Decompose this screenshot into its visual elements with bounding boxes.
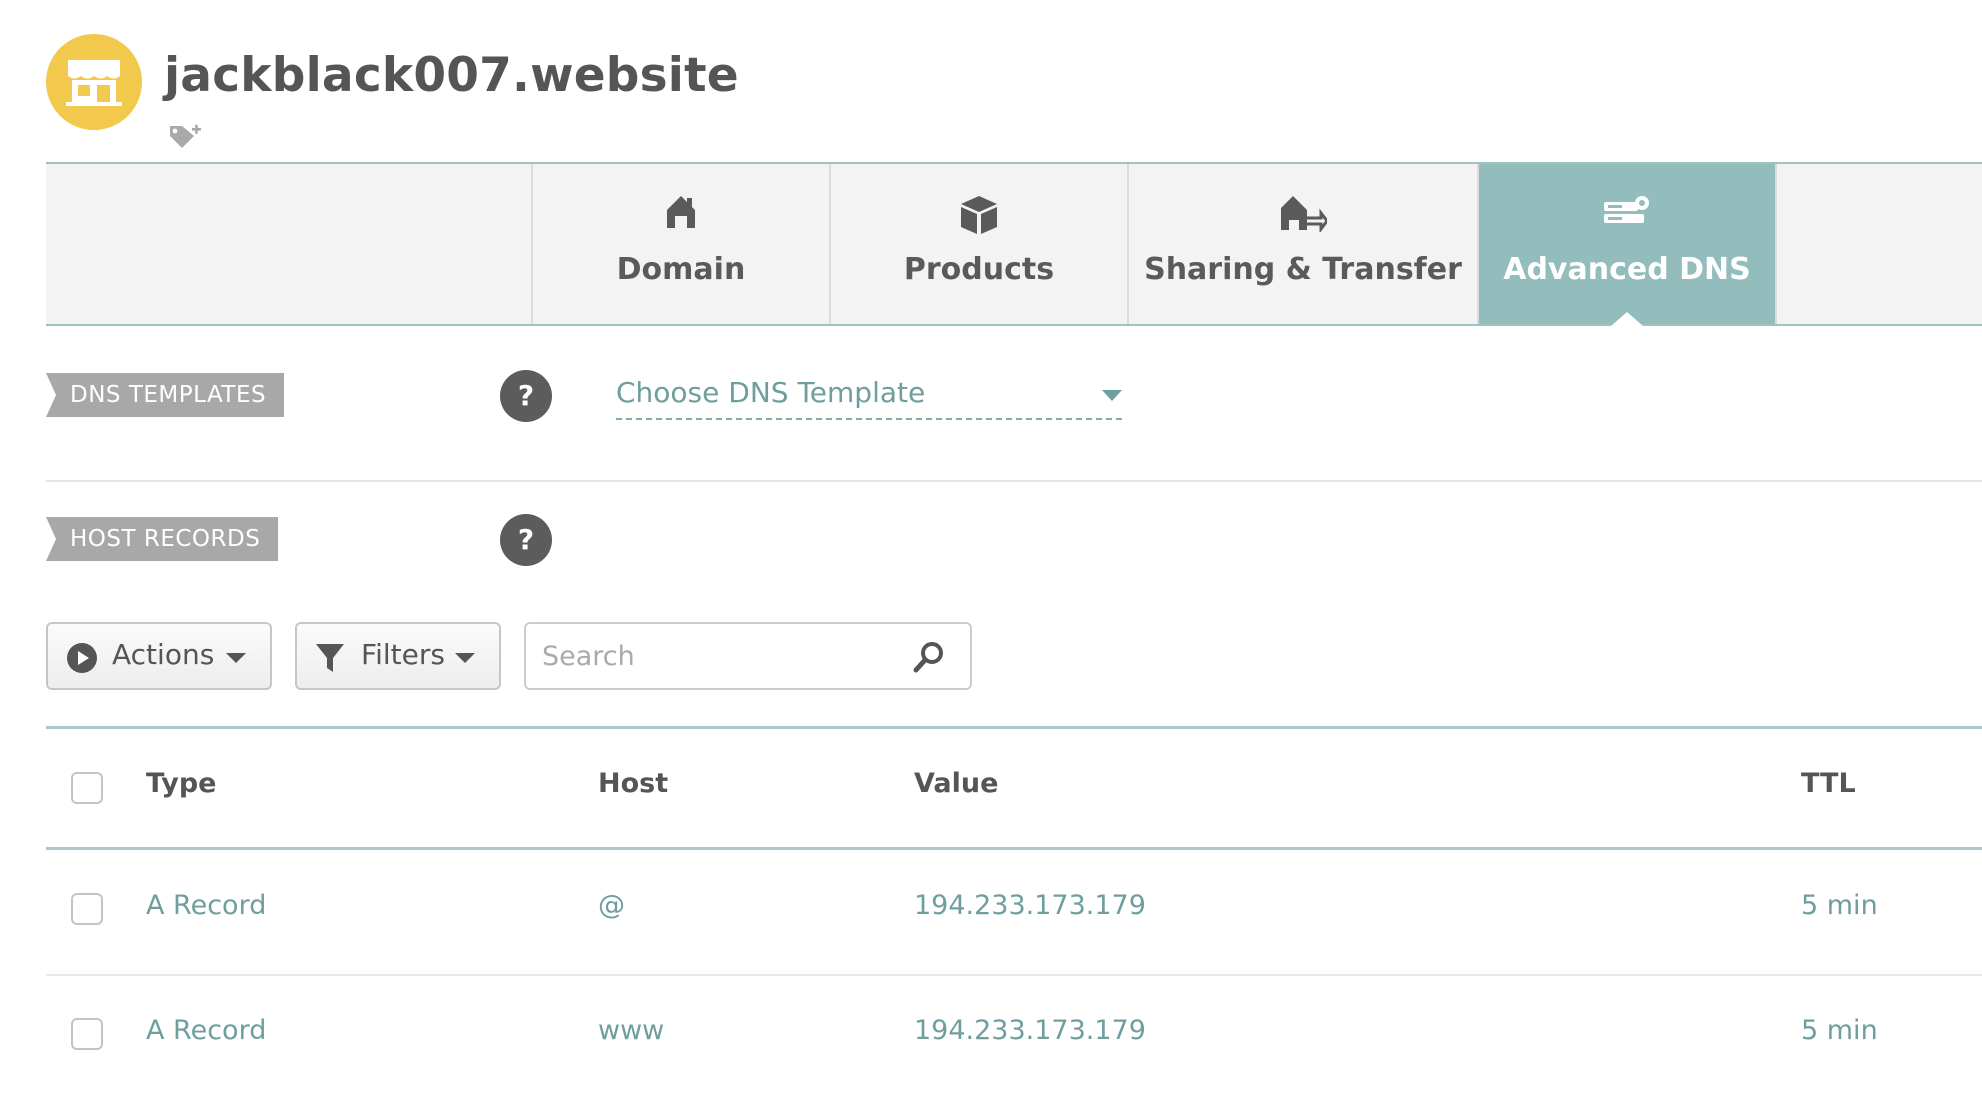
table-top-border	[46, 726, 1982, 729]
house-transfer-icon	[1281, 196, 1327, 232]
record-type[interactable]: A Record	[146, 1015, 266, 1046]
tab-bar: Domain Products Sharing & Transfer Advan…	[46, 162, 1982, 326]
dns-templates-help-button[interactable]: ?	[500, 370, 552, 422]
filters-button[interactable]: Filters	[295, 622, 501, 690]
select-all-checkbox[interactable]	[71, 772, 103, 804]
tag-add-icon[interactable]	[168, 122, 204, 154]
row-divider	[46, 974, 1982, 976]
search-box	[524, 622, 972, 690]
dns-templates-label: DNS TEMPLATES	[46, 373, 285, 417]
record-value[interactable]: 194.233.173.179	[914, 890, 1146, 921]
tab-label: Products	[903, 252, 1055, 287]
row-checkbox[interactable]	[71, 893, 103, 925]
filters-button-label: Filters	[361, 638, 445, 671]
tab-domain[interactable]: Domain	[531, 164, 829, 324]
chevron-down-icon	[226, 653, 246, 663]
column-header-host[interactable]: Host	[598, 768, 668, 799]
chevron-down-icon	[1102, 390, 1122, 401]
actions-button-label: Actions	[112, 638, 215, 671]
host-records-label: HOST RECORDS	[46, 517, 279, 561]
tab-label: Advanced DNS	[1503, 252, 1751, 287]
tab-sharing-transfer[interactable]: Sharing & Transfer	[1127, 164, 1477, 324]
domain-title: jackblack007.website	[164, 48, 739, 103]
record-value[interactable]: 194.233.173.179	[914, 1015, 1146, 1046]
actions-button[interactable]: Actions	[46, 622, 272, 690]
dns-template-select[interactable]: Choose DNS Template	[616, 372, 1122, 420]
tab-advanced-dns[interactable]: Advanced DNS	[1477, 164, 1775, 326]
record-host[interactable]: www	[598, 1015, 664, 1046]
column-header-ttl[interactable]: TTL	[1801, 768, 1856, 799]
page: jackblack007.website Domain Products Sha…	[0, 0, 1982, 1096]
row-checkbox[interactable]	[71, 1018, 103, 1050]
store-icon	[66, 60, 122, 106]
dns-template-select-value: Choose DNS Template	[616, 376, 926, 409]
home-icon	[667, 196, 695, 228]
section-divider	[46, 480, 1982, 482]
play-circle-icon	[67, 643, 97, 673]
filter-icon	[316, 644, 344, 672]
tab-spacer	[1775, 164, 1982, 324]
chevron-down-icon	[455, 653, 475, 663]
server-gear-icon	[1604, 196, 1649, 223]
column-header-value[interactable]: Value	[914, 768, 998, 799]
box-icon	[961, 196, 997, 234]
search-input[interactable]	[542, 636, 902, 676]
column-header-type[interactable]: Type	[146, 768, 216, 799]
tab-products[interactable]: Products	[829, 164, 1127, 324]
record-ttl[interactable]: 5 min	[1801, 890, 1878, 921]
store-badge	[46, 34, 142, 130]
host-records-help-button[interactable]: ?	[500, 514, 552, 566]
table-header-border	[46, 847, 1982, 850]
record-host[interactable]: @	[598, 890, 625, 921]
search-icon[interactable]	[912, 640, 946, 674]
record-ttl[interactable]: 5 min	[1801, 1015, 1878, 1046]
record-type[interactable]: A Record	[146, 890, 266, 921]
tab-label: Sharing & Transfer	[1144, 252, 1462, 287]
tab-label: Domain	[616, 252, 746, 287]
